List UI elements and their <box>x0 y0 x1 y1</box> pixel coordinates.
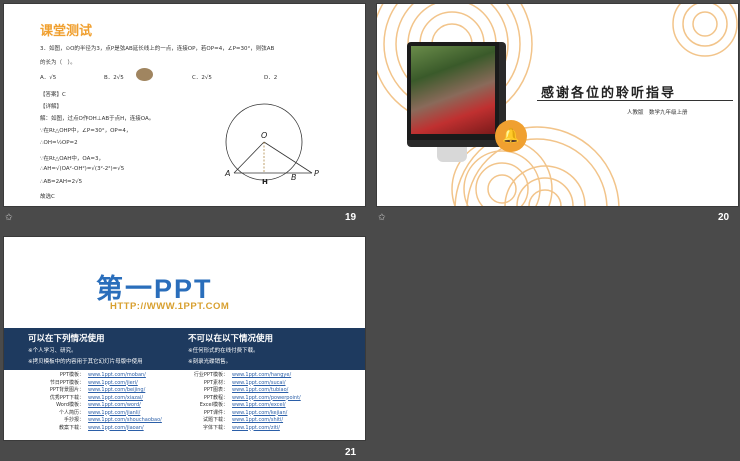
link-label: PPT素材： <box>203 379 228 386</box>
link-label: PPT课件： <box>203 409 228 416</box>
link-url[interactable]: www.1ppt.com/kejian/ <box>232 410 287 416</box>
link-label: PPT模板： <box>59 372 84 378</box>
link-row: 试题下载： www.1ppt.com/shiti/ <box>190 416 283 423</box>
link-row: PPT素材： www.1ppt.com/sucai/ <box>190 379 286 386</box>
link-url[interactable]: www.1ppt.com/word/ <box>88 402 141 408</box>
link-row: Word模板： www.1ppt.com/word/ <box>40 401 141 408</box>
bell-badge: 🔔 <box>495 120 527 152</box>
point-label-h: H <box>262 178 268 186</box>
link-row: 节日PPT模板： www.1ppt.com/jieri/ <box>40 379 138 386</box>
solution-line-7: 故选C <box>40 194 55 200</box>
link-url[interactable]: www.1ppt.com/beijing/ <box>88 387 145 393</box>
link-label: PPT教程： <box>203 394 228 401</box>
can-item-1: ※个人学习、研究。 <box>28 348 77 354</box>
link-label: 行业PPT模板： <box>193 372 228 378</box>
link-label: PPT背景图片： <box>49 387 84 393</box>
link-row: 个人简历： www.1ppt.com/jianli/ <box>40 409 140 416</box>
slide-thumbnail-20[interactable]: 🔔 感谢各位的聆听指导 人教版 数学九年级上册 <box>376 3 739 207</box>
link-url[interactable]: www.1ppt.com/tubiao/ <box>232 387 288 393</box>
link-url[interactable]: www.1ppt.com/hangye/ <box>232 372 291 378</box>
link-row: 手抄报： www.1ppt.com/shouchaobao/ <box>40 416 162 423</box>
animation-star-icon: ✩ <box>5 213 13 223</box>
point-label-a: A <box>224 169 230 178</box>
circle-diagram: O A H B P <box>224 103 319 186</box>
bell-icon: 🔔 <box>502 128 520 144</box>
solution-line-2: ∵在Rt△OHP中，∠P=30°，OP=4， <box>40 128 132 134</box>
link-label: 试题下载： <box>202 417 228 423</box>
link-row: PPT图表： www.1ppt.com/tubiao/ <box>190 386 288 393</box>
question-line-1: 3．如图，⊙O的半径为3，点P是弦AB延长线上的一点，连接OP，若OP=4，∠P… <box>40 46 275 52</box>
usage-banner: 可以在下列情况使用 不可以在以下情况使用 ※个人学习、研究。 ※拷贝模板中的内容… <box>4 328 365 370</box>
link-row: PPT课件： www.1ppt.com/kejian/ <box>190 409 287 416</box>
cannot-item-1: ※任何形式的在线付费下载。 <box>188 348 259 354</box>
link-url[interactable]: www.1ppt.com/jiaoan/ <box>88 425 144 431</box>
link-label: 教案下载： <box>58 424 84 431</box>
link-row: PPT背景图片： www.1ppt.com/beijing/ <box>40 386 145 393</box>
link-label: 手抄报： <box>63 417 84 423</box>
option-c: C．2√5 <box>192 75 212 81</box>
question-line-2: 的长为（ ）。 <box>40 60 76 66</box>
link-row: 教案下载： www.1ppt.com/jiaoan/ <box>40 424 144 431</box>
link-label: 节日PPT模板： <box>49 379 84 386</box>
link-url[interactable]: www.1ppt.com/xiazai/ <box>88 395 143 401</box>
option-b: B．2√5 <box>104 75 124 81</box>
option-d: D．2 <box>264 75 278 81</box>
solution-line-1: 解：如图，过点O作OH⊥AB于点H，连接OA。 <box>40 116 155 122</box>
link-row: 优秀PPT下载： www.1ppt.com/xiazai/ <box>40 394 143 401</box>
link-label: 字体下载： <box>202 424 228 431</box>
link-label: 优秀PPT下载： <box>49 394 84 401</box>
cannot-item-2: ※刻录光碟销售。 <box>188 359 232 365</box>
link-row: 字体下载： www.1ppt.com/ziti/ <box>190 424 280 431</box>
title-underline <box>537 100 733 101</box>
slide-number-21: 21 <box>345 447 357 458</box>
animation-star-icon: ✩ <box>378 213 386 223</box>
point-label-p: P <box>314 169 319 178</box>
link-row: Excel模板： www.1ppt.com/excel/ <box>190 401 286 408</box>
point-label-b: B <box>291 173 297 182</box>
solution-line-5: ∴AH=√(OA²-OH²)=√(3²-2²)=√5 <box>40 166 125 172</box>
link-url[interactable]: www.1ppt.com/shiti/ <box>232 417 283 423</box>
link-url[interactable]: www.1ppt.com/powerpoint/ <box>232 395 301 401</box>
slide-thumbnail-21[interactable]: 第一PPT HTTP://WWW.1PPT.COM 可以在下列情况使用 不可以在… <box>3 236 366 441</box>
coin-icon <box>136 68 153 81</box>
slide-number-20: 20 <box>718 212 730 223</box>
link-url[interactable]: www.1ppt.com/jianli/ <box>88 410 140 416</box>
point-label-o: O <box>261 131 267 140</box>
solution-line-6: ∴AB=2AH=2√5 <box>40 179 83 185</box>
link-row: PPT教程： www.1ppt.com/powerpoint/ <box>190 394 301 401</box>
logo-url: HTTP://WWW.1PPT.COM <box>110 301 230 312</box>
slide-number-19: 19 <box>345 212 357 223</box>
solution-line-4: ∵在Rt△OAH中，OA=3， <box>40 156 104 162</box>
link-row: 行业PPT模板： www.1ppt.com/hangye/ <box>190 371 291 378</box>
thanks-title: 感谢各位的聆听指导 <box>541 86 677 101</box>
link-label: PPT图表： <box>203 387 228 393</box>
option-a: A．√5 <box>40 75 57 81</box>
link-url[interactable]: www.1ppt.com/shouchaobao/ <box>88 417 162 423</box>
link-url[interactable]: www.1ppt.com/ziti/ <box>232 425 280 431</box>
detail-heading: 【详解】 <box>40 104 63 110</box>
link-url[interactable]: www.1ppt.com/moban/ <box>88 372 146 378</box>
link-label: Excel模板： <box>199 402 228 408</box>
can-use-title: 可以在下列情况使用 <box>28 334 105 344</box>
link-url[interactable]: www.1ppt.com/excel/ <box>232 402 286 408</box>
link-row: PPT模板： www.1ppt.com/moban/ <box>40 371 146 378</box>
answer-text: 【答案】C <box>40 92 66 98</box>
solution-line-3: ∴OH=½OP=2 <box>40 140 78 146</box>
can-item-2: ※拷贝模板中的内容用于其它幻灯片母版中使用 <box>28 359 143 365</box>
cannot-use-title: 不可以在以下情况使用 <box>188 334 274 344</box>
slide-thumbnail-19[interactable]: 课堂测试 3．如图，⊙O的半径为3，点P是弦AB延长线上的一点，连接OP，若OP… <box>3 3 366 207</box>
link-url[interactable]: www.1ppt.com/jieri/ <box>88 380 138 386</box>
subtitle: 人教版 数学九年级上册 <box>627 110 688 116</box>
link-label: Word模板： <box>56 402 84 408</box>
monitor-stand <box>437 147 467 162</box>
monitor-frame <box>407 42 506 147</box>
slide-title: 课堂测试 <box>40 24 93 39</box>
link-label: 个人简历： <box>58 409 84 416</box>
link-url[interactable]: www.1ppt.com/sucai/ <box>232 380 286 386</box>
monitor-screen-photo <box>411 46 495 134</box>
